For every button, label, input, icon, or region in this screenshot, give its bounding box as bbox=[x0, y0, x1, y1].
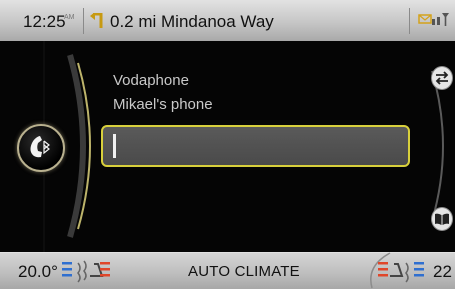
navigation-instruction[interactable]: 0.2 mi Mindanoa Way bbox=[110, 12, 274, 32]
swap-button[interactable] bbox=[431, 66, 453, 90]
phone-bluetooth-button[interactable] bbox=[17, 124, 65, 172]
left-temperature[interactable]: 20.0° bbox=[18, 262, 58, 282]
swap-arrows-icon bbox=[435, 71, 449, 85]
phonebook-button[interactable] bbox=[431, 207, 453, 231]
clock-ampm: AM bbox=[64, 14, 75, 21]
turn-left-arrow-icon bbox=[90, 13, 103, 28]
seat-heat-left-icon[interactable] bbox=[60, 258, 112, 284]
top-status-bar: 12:25 AM 0.2 mi Mindanoa Way bbox=[0, 0, 455, 41]
bluetooth-phone-icon bbox=[30, 136, 50, 158]
divider bbox=[409, 8, 410, 34]
text-caret bbox=[113, 134, 116, 158]
device-name: Mikael's phone bbox=[113, 96, 213, 113]
phone-panel: Vodaphone Mikael's phone bbox=[0, 41, 455, 252]
number-input[interactable] bbox=[101, 125, 410, 167]
phonebook-icon bbox=[435, 213, 449, 225]
auto-climate-label[interactable]: AUTO CLIMATE bbox=[188, 263, 300, 280]
clock: 12:25 bbox=[23, 12, 66, 31]
message-and-signal-icon bbox=[418, 13, 449, 26]
divider bbox=[83, 8, 84, 34]
operator-name: Vodaphone bbox=[113, 72, 189, 89]
right-temperature[interactable]: 22 bbox=[433, 262, 452, 282]
climate-bar: 20.0° AUTO CLIMATE 22 bbox=[0, 252, 455, 289]
seat-heat-right-icon[interactable] bbox=[376, 258, 428, 284]
